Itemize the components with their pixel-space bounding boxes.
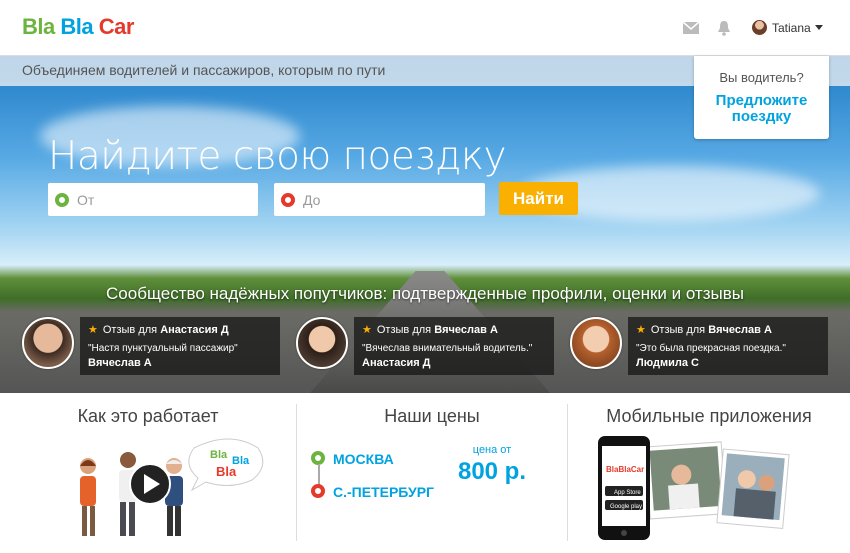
offer-ride-line1: Предложите [715,92,808,109]
bubble-word-1: Bla [210,449,228,461]
offer-ride-link[interactable]: Предложите поездку [694,93,829,125]
mobile-apps-illustration[interactable]: BlaBlaCar App Store Google play [596,434,792,544]
to-city[interactable]: С.-ПЕТЕРБУРГ [333,484,434,500]
star-icon: ★ [636,324,646,336]
price-label: цена от [472,444,512,456]
review-author: Людмила С [636,357,699,369]
origin-marker-icon [55,192,69,207]
review-target: Анастасия Д [160,324,229,336]
user-name: Tatiana [772,20,811,35]
driver-question: Вы водитель? [719,70,804,85]
from-placeholder: От [77,191,95,208]
community-text: Сообщество надёжных попутчиков: подтверж… [106,284,744,303]
google-play-label: Google play [610,504,642,510]
mail-icon[interactable] [682,20,700,36]
reviewer-avatar [22,317,74,369]
review-prefix: Отзыв для [650,324,706,336]
star-icon: ★ [88,324,98,336]
how-it-works-video[interactable]: Bla Bla Bla [70,436,270,542]
person-figure [165,458,183,536]
review-quote: "Это была прекрасная поездка." [636,343,786,354]
from-city[interactable]: МОСКВА [333,451,394,467]
review-quote: "Настя пунктуальный пассажир" [88,343,238,354]
app-store-label: App Store [614,490,641,496]
review-prefix: Отзыв для [102,324,158,336]
review-author: Анастасия Д [362,357,431,369]
user-avatar [752,20,767,35]
logo-part-2: Bla [60,14,94,39]
photo-card [716,448,790,530]
chevron-down-icon [814,25,823,30]
review-prefix: Отзыв для [376,324,432,336]
user-menu[interactable]: Tatiana [752,20,823,35]
logo-part-3: Car [98,14,135,39]
photo-card [644,441,727,520]
from-field[interactable]: От [48,183,258,216]
blablacar-logo[interactable]: Bla Bla Car [22,14,134,40]
destination-marker-icon [311,484,325,498]
destination-marker-icon [281,192,295,207]
logo-part-1: Bla [22,14,55,39]
how-it-works-title[interactable]: Как это работает [0,406,296,427]
phone-logo: BlaBlaCar [606,465,644,474]
offer-ride-box: Вы водитель? Предложите поездку [694,56,829,139]
review-quote: "Вячеслав внимательный водитель." [362,343,533,354]
to-field[interactable]: До [274,183,485,216]
origin-marker-icon [311,451,325,465]
top-navbar: Bla Bla Car Tatiana [0,0,850,56]
page-title: Найдите свою поездку [48,134,507,179]
reviewer-avatar [570,317,622,369]
offer-ride-line2: поездку [731,108,792,125]
review-target: Вячеслав А [708,324,772,336]
to-placeholder: До [303,191,321,208]
find-button[interactable]: Найти [499,182,578,215]
bubble-word-3: Bla [216,464,237,479]
star-icon: ★ [362,324,372,336]
price-value[interactable]: 800 р. [452,458,532,486]
mobile-apps-title[interactable]: Мобильные приложения [568,406,850,427]
bell-icon[interactable] [716,20,732,36]
reviewer-avatar [296,317,348,369]
review-target: Вячеслав А [434,324,498,336]
prices-title[interactable]: Наши цены [297,406,567,427]
review-author: Вячеслав А [88,357,152,369]
person-figure [80,458,96,536]
